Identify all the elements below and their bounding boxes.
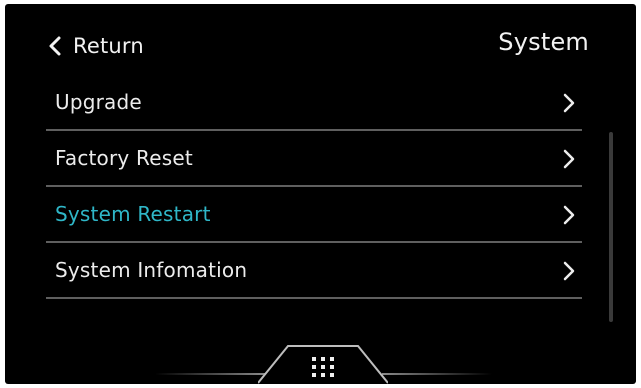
menu-item-factory-reset[interactable]: Factory Reset [46,131,582,187]
screen: Return System Upgrade Factory Reset Syst… [5,4,636,384]
device-frame: Return System Upgrade Factory Reset Syst… [0,0,641,388]
menu-item-system-information[interactable]: System Infomation [46,243,582,299]
return-label: Return [73,34,144,58]
menu-item-label: Factory Reset [55,146,193,170]
menu-item-system-restart[interactable]: System Restart [46,187,582,243]
menu-item-label: Upgrade [55,90,142,114]
return-button[interactable]: Return [45,30,144,62]
chevron-right-icon [563,261,575,281]
menu-item-label: System Infomation [55,258,248,282]
menu-item-label: System Restart [55,202,211,226]
grid-dots-icon [312,357,334,377]
chevron-left-icon [49,36,61,56]
page-title: System [498,28,589,56]
bottom-divider-left [155,373,265,375]
bottom-divider-right [382,373,492,375]
scrollbar[interactable] [609,132,613,322]
menu-item-upgrade[interactable]: Upgrade [46,75,582,131]
chevron-right-icon [563,149,575,169]
settings-menu: Upgrade Factory Reset System Restart Sys… [46,75,582,299]
app-drawer-button[interactable] [258,341,388,384]
chevron-right-icon [563,205,575,225]
chevron-right-icon [563,93,575,113]
